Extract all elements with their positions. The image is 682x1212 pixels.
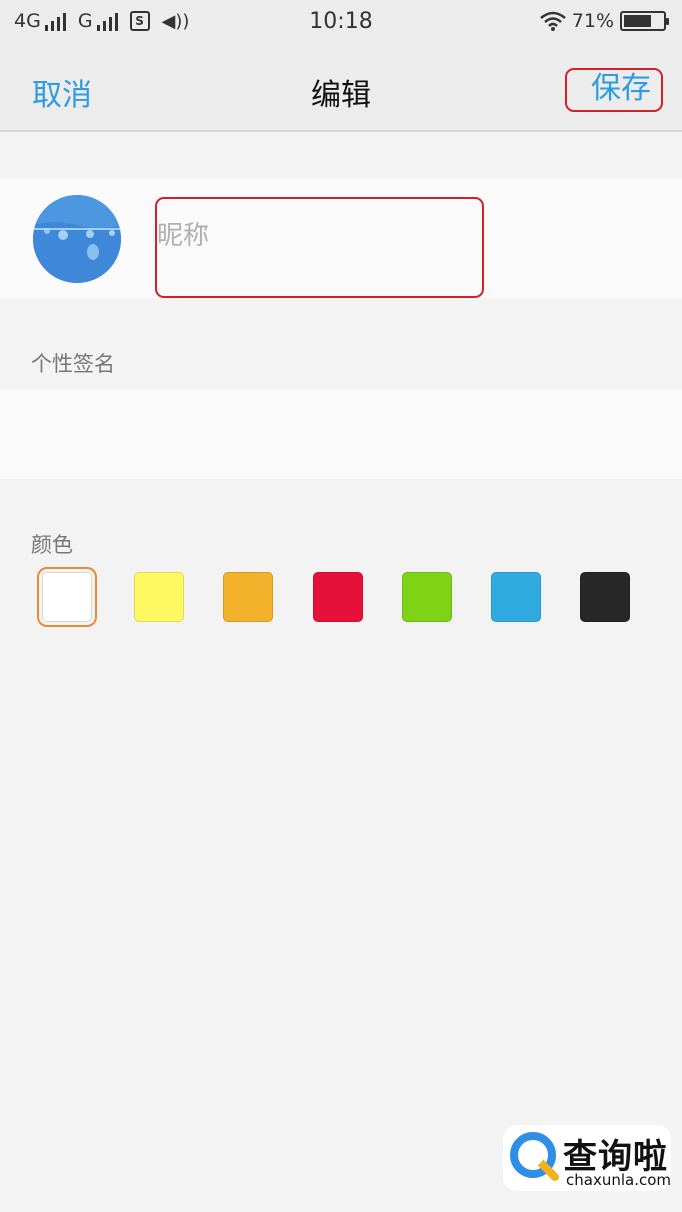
color-label: 颜色	[31, 533, 73, 557]
nickname-highlight	[155, 197, 484, 298]
color-swatch[interactable]	[37, 567, 97, 627]
water-drop-icon	[33, 195, 121, 283]
watermark: 查询啦 chaxunla.com	[503, 1125, 671, 1191]
signature-label: 个性签名	[31, 352, 115, 376]
search-logo-icon	[510, 1132, 559, 1181]
color-swatch[interactable]	[134, 572, 184, 622]
nickname-input[interactable]	[157, 221, 457, 251]
save-button[interactable]: 保存	[565, 68, 663, 112]
nav-bar: 取消 编辑 保存	[0, 48, 682, 132]
avatar[interactable]	[33, 195, 121, 283]
wifi-icon	[539, 11, 566, 31]
watermark-url: chaxunla.com	[566, 1171, 671, 1189]
signature-input[interactable]	[0, 390, 682, 479]
status-right: 71%	[539, 10, 669, 32]
profile-row	[0, 178, 682, 298]
color-swatch[interactable]	[402, 572, 452, 622]
battery-percent: 71%	[571, 10, 614, 32]
status-bar: 4G G S ◀)) 10:18 71%	[0, 0, 682, 48]
color-swatch[interactable]	[580, 572, 630, 622]
battery-icon	[620, 11, 669, 31]
color-swatch-list	[0, 567, 682, 627]
battery-fill	[624, 15, 651, 27]
color-swatch[interactable]	[313, 572, 363, 622]
color-swatch[interactable]	[223, 572, 273, 622]
color-swatch[interactable]	[491, 572, 541, 622]
